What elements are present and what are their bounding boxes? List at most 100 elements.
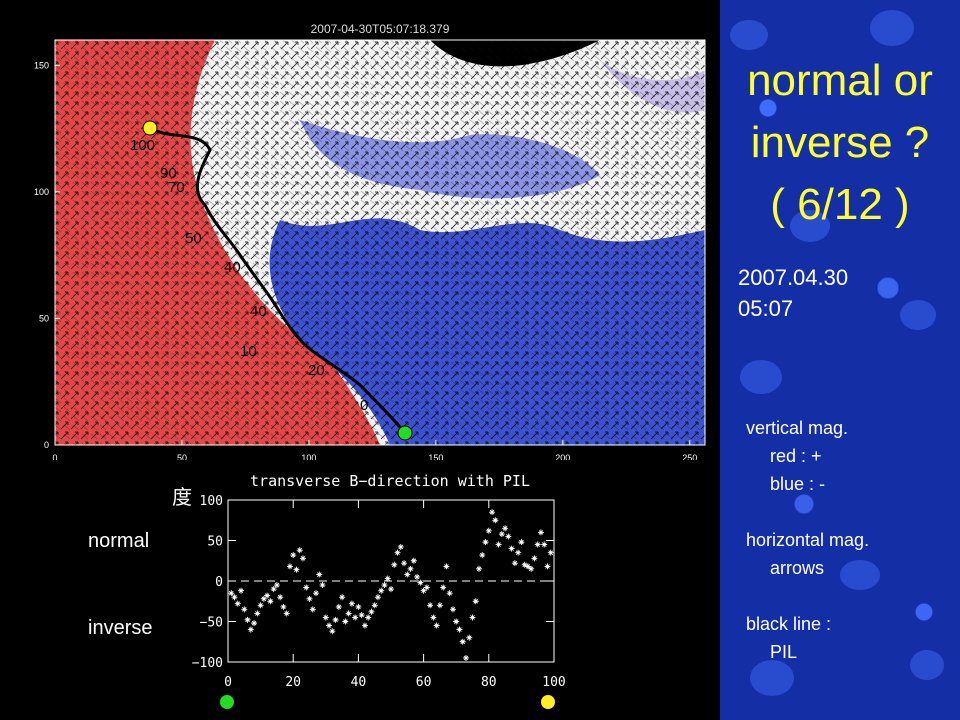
- data-point: [273, 582, 280, 589]
- map-y-tick: 50: [39, 313, 49, 323]
- plot-y-tick-label: 50: [207, 535, 223, 550]
- data-point: [404, 571, 411, 578]
- magnetogram-map: 2007-04-30T05:07:18.379 0 50 100 150 200 250 …: [0, 0, 720, 460]
- data-point: [358, 612, 365, 619]
- data-point: [332, 616, 339, 623]
- data-point: [339, 594, 346, 601]
- data-point: [368, 608, 375, 615]
- data-point: [537, 529, 544, 536]
- map-x-tick: 200: [555, 453, 570, 460]
- data-point: [348, 600, 355, 607]
- data-point: [518, 539, 525, 546]
- data-point: [293, 566, 300, 573]
- map-y-tick: 0: [44, 440, 49, 450]
- map-x-tick: 0: [52, 453, 57, 460]
- map-x-tick: 250: [682, 453, 697, 460]
- data-point: [313, 590, 320, 597]
- plot-y-tick-label: −100: [192, 656, 223, 671]
- data-point: [417, 579, 424, 586]
- contour-label: 20: [308, 362, 325, 379]
- contour-label: 40: [224, 259, 241, 276]
- data-point: [453, 618, 460, 625]
- map-x-tick: 100: [301, 453, 316, 460]
- plot-y-tick-label: −50: [200, 616, 223, 631]
- plot-title: transverse B−direction with PIL: [250, 472, 530, 490]
- inverse-label: inverse: [88, 617, 153, 639]
- contour-label: 70: [168, 179, 185, 196]
- data-point: [446, 590, 453, 597]
- data-point: [374, 594, 381, 601]
- plot-y-axis: 100 50 0 −50 −100: [192, 494, 554, 671]
- data-point: [472, 598, 479, 605]
- plot-x-tick-label: 100: [542, 675, 565, 690]
- data-point: [388, 586, 394, 593]
- data-point: [430, 614, 437, 621]
- data-point: [534, 541, 541, 548]
- data-point: [410, 557, 417, 564]
- data-point: [371, 602, 378, 609]
- data-point: [469, 614, 476, 621]
- data-point: [290, 552, 297, 559]
- plot-y-tick-label: 100: [200, 494, 223, 509]
- data-point: [498, 531, 505, 538]
- data-point: [482, 539, 489, 546]
- data-point: [401, 560, 408, 567]
- data-point: [231, 594, 238, 601]
- data-point: [283, 610, 290, 617]
- data-point: [456, 626, 463, 633]
- data-point: [309, 606, 316, 613]
- map-timestamp: 2007-04-30T05:07:18.379: [311, 22, 450, 36]
- data-point: [394, 549, 401, 556]
- data-point: [459, 638, 466, 645]
- pil-end-marker: [397, 425, 413, 441]
- data-point: [511, 560, 518, 567]
- data-point: [505, 533, 512, 540]
- plot-x-tick-label: 40: [351, 675, 367, 690]
- data-point: [381, 582, 388, 589]
- legend: vertical mag. red : + blue : - horizonta…: [746, 418, 870, 662]
- data-point: [352, 614, 359, 621]
- data-point: [443, 563, 450, 570]
- data-point: [345, 610, 352, 617]
- data-point: [407, 565, 414, 572]
- plot-x-tick-label: 80: [481, 675, 497, 690]
- data-point: [254, 610, 261, 617]
- data-point: [531, 555, 538, 562]
- data-point: [355, 603, 362, 610]
- data-point: [342, 618, 349, 625]
- data-point: [365, 614, 372, 621]
- data-point: [476, 565, 483, 572]
- normal-label: normal: [88, 530, 150, 552]
- data-point: [238, 587, 245, 594]
- data-point: [479, 552, 486, 559]
- data-point: [414, 573, 421, 580]
- data-point: [267, 598, 274, 605]
- unit-label: 度: [172, 487, 192, 509]
- end-dot: [541, 695, 555, 709]
- data-point: [319, 582, 326, 589]
- data-point: [489, 509, 496, 516]
- data-point: [436, 602, 443, 609]
- plot-points: [228, 509, 554, 661]
- data-point: [326, 622, 333, 629]
- map-x-tick: 50: [177, 453, 187, 460]
- data-point: [515, 549, 522, 556]
- data-point: [247, 626, 254, 633]
- plot-y-tick-label: 0: [215, 575, 223, 590]
- start-dot: [220, 695, 234, 709]
- data-point: [378, 587, 385, 594]
- data-point: [251, 620, 258, 627]
- data-point: [485, 527, 492, 534]
- contour-label: 0: [360, 397, 368, 414]
- data-point: [280, 603, 287, 610]
- contour-label: 50: [185, 230, 202, 247]
- data-point: [316, 571, 323, 578]
- map-y-tick: 150: [34, 60, 49, 70]
- data-point: [462, 654, 469, 661]
- data-point: [244, 616, 251, 623]
- plot-x-tick-label: 20: [285, 675, 301, 690]
- pil-start-marker: [142, 120, 158, 136]
- data-point: [508, 545, 515, 552]
- data-point: [440, 584, 447, 591]
- plot-x-tick-label: 60: [416, 675, 432, 690]
